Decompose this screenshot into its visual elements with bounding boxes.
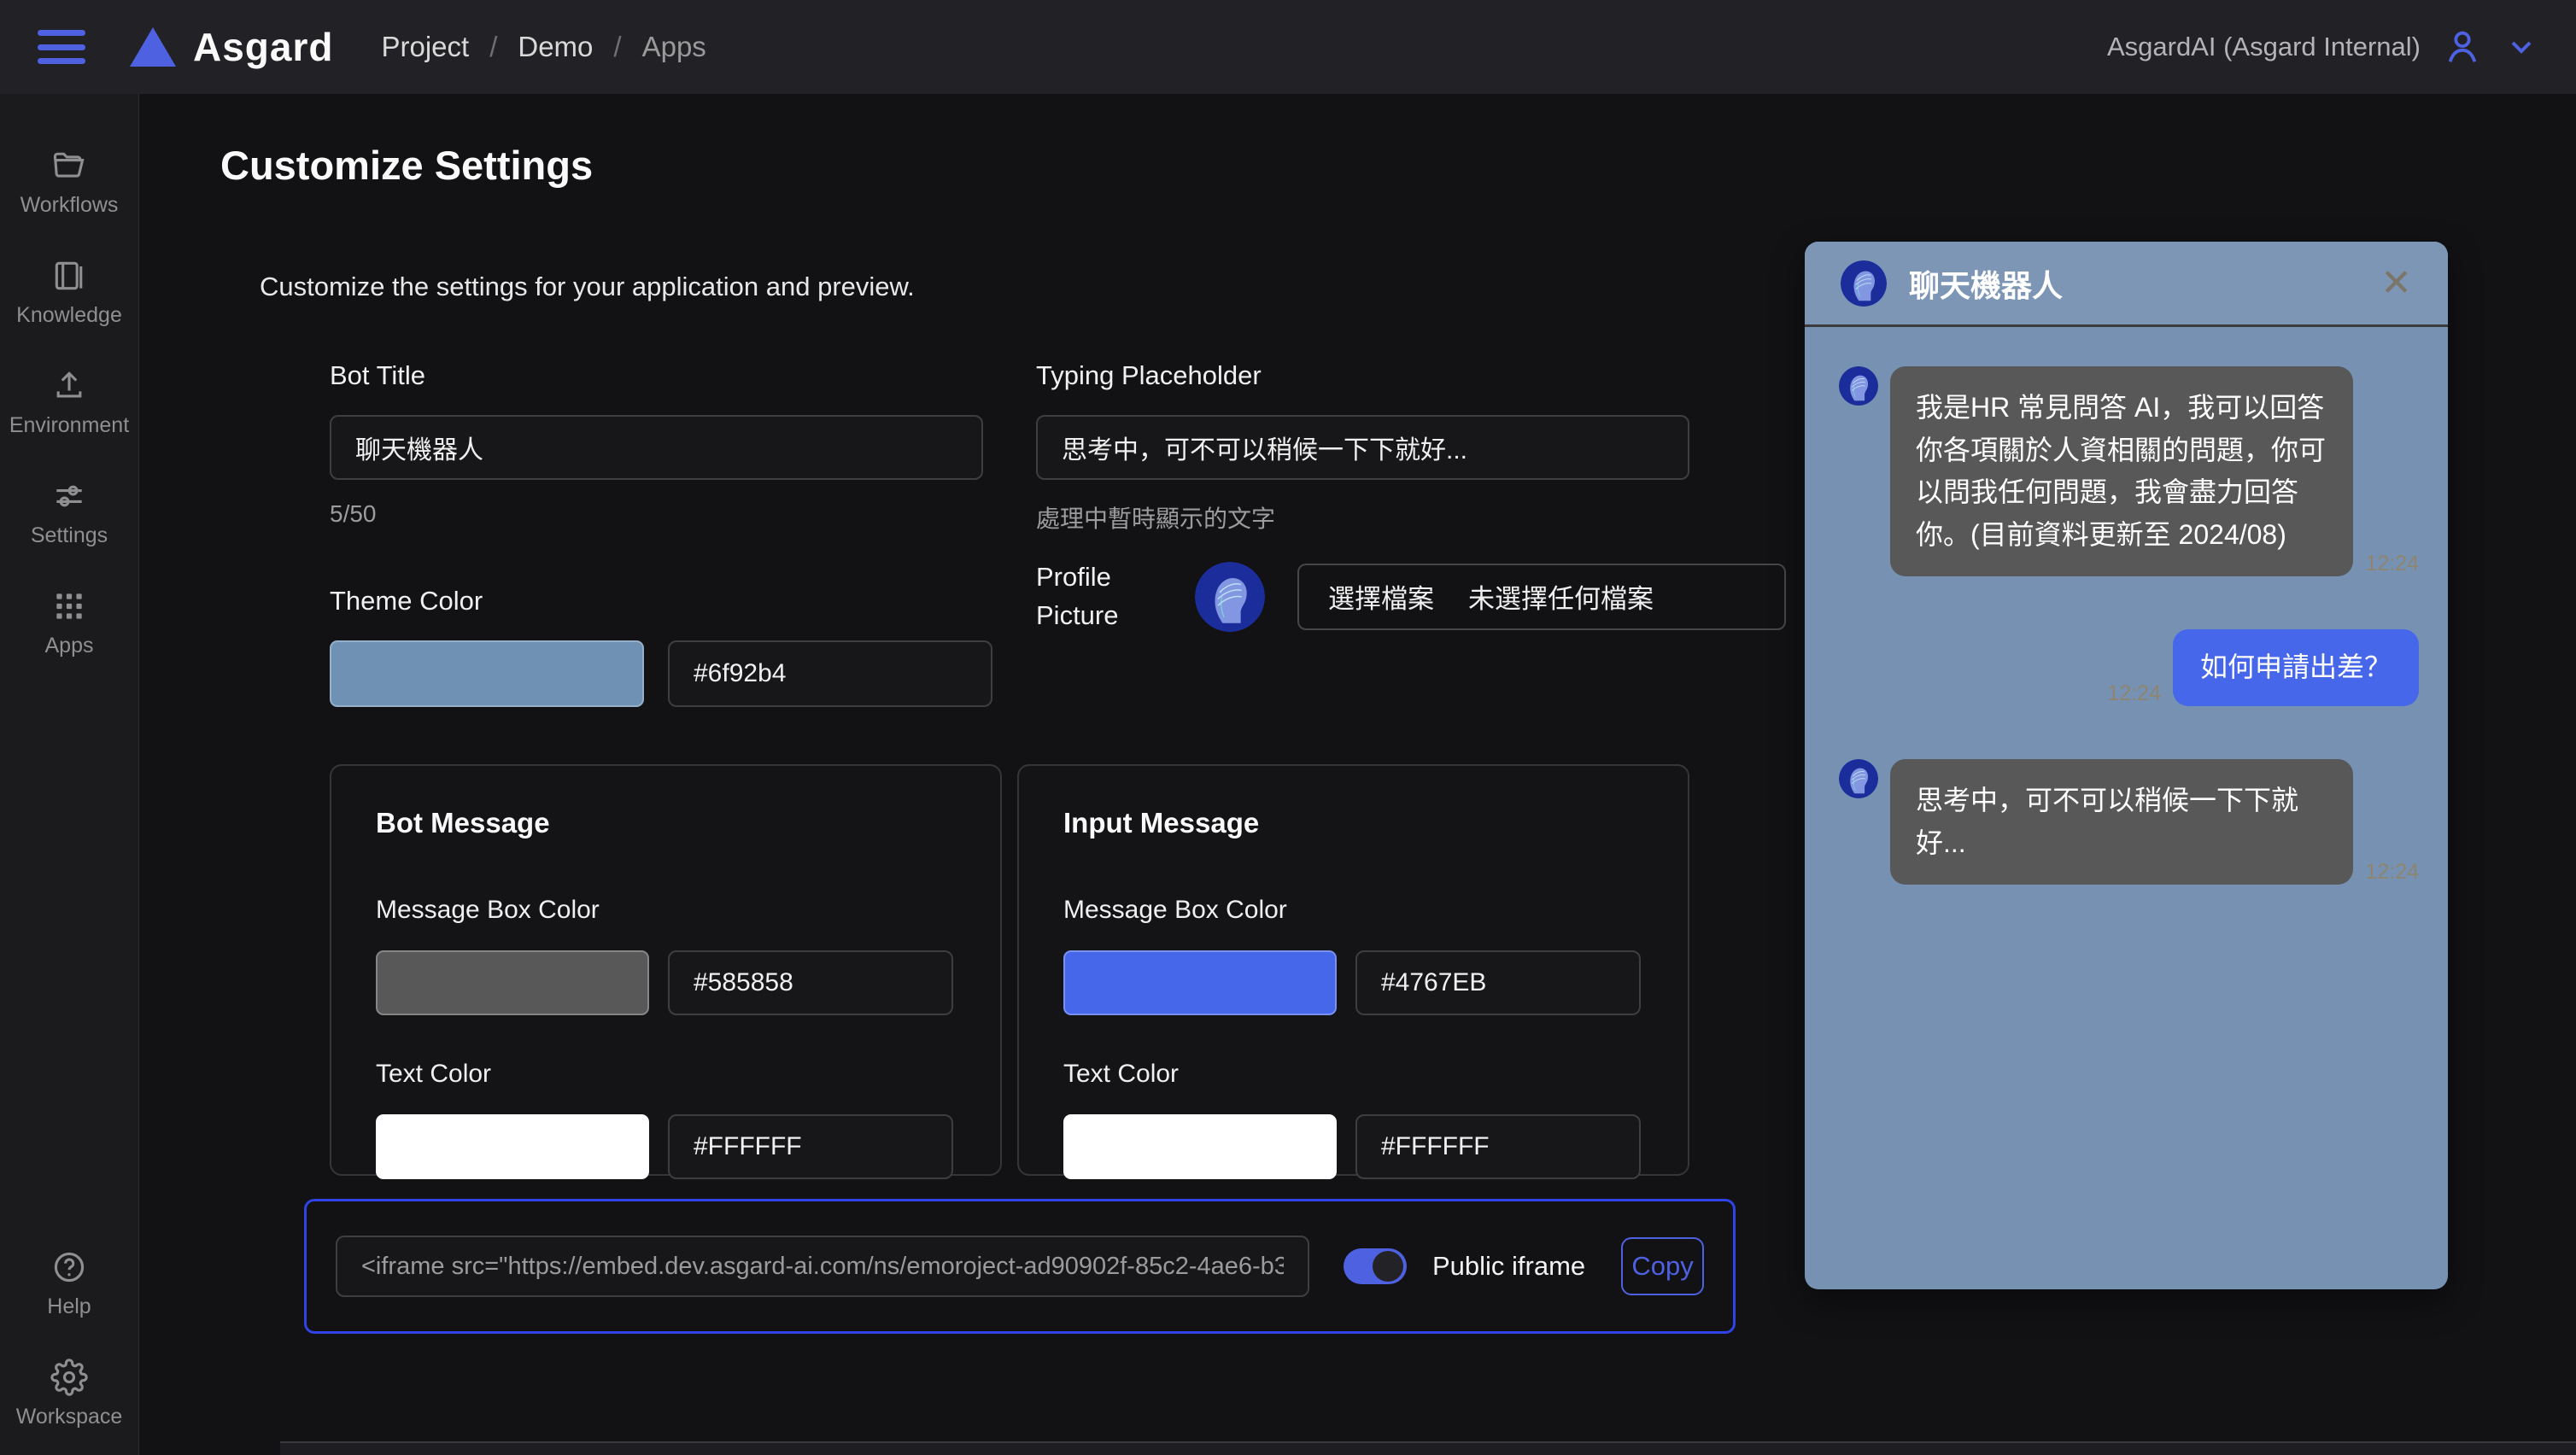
theme-color-swatch[interactable] bbox=[330, 640, 644, 707]
bot-title-counter: 5/50 bbox=[330, 500, 983, 528]
gear-icon bbox=[50, 1359, 88, 1396]
embed-code-input[interactable] bbox=[336, 1236, 1309, 1297]
folder-icon bbox=[50, 147, 88, 184]
bot-box-color-hex-input[interactable] bbox=[668, 950, 953, 1015]
breadcrumb-apps[interactable]: Apps bbox=[642, 31, 706, 63]
apps-grid-icon bbox=[50, 587, 88, 625]
sidebar-item-settings[interactable]: Settings bbox=[31, 477, 108, 548]
bot-box-color-label: Message Box Color bbox=[376, 896, 956, 925]
typing-placeholder-helper: 處理中暫時顯示的文字 bbox=[1036, 500, 1689, 535]
book-icon bbox=[50, 257, 88, 295]
theme-color-label: Theme Color bbox=[330, 586, 992, 616]
bot-avatar bbox=[1839, 759, 1878, 798]
theme-color-field-group: Theme Color bbox=[330, 586, 992, 707]
typing-placeholder-field-group: Typing Placeholder 處理中暫時顯示的文字 bbox=[1036, 360, 1689, 535]
logo-text[interactable]: Asgard bbox=[193, 24, 333, 70]
input-box-color-swatch[interactable] bbox=[1063, 950, 1337, 1015]
bot-text-color-swatch[interactable] bbox=[376, 1114, 649, 1179]
chevron-down-icon[interactable] bbox=[2504, 30, 2538, 64]
breadcrumb: Project / Demo / Apps bbox=[381, 31, 705, 63]
chat-bot-avatar bbox=[1841, 260, 1887, 307]
embed-iframe-section: Public iframe Copy bbox=[304, 1199, 1736, 1334]
public-iframe-toggle[interactable] bbox=[1344, 1248, 1407, 1284]
input-text-color-label: Text Color bbox=[1063, 1060, 1643, 1089]
chat-message-bot: 思考中，可不可以稍候一下下就好... 12:24 bbox=[1839, 759, 2419, 885]
sidebar-item-knowledge[interactable]: Knowledge bbox=[16, 257, 122, 328]
chat-close-icon[interactable]: ✕ bbox=[2380, 265, 2412, 302]
breadcrumb-project[interactable]: Project bbox=[381, 31, 469, 63]
sliders-icon bbox=[50, 477, 88, 515]
bot-title-field-group: Bot Title 5/50 bbox=[330, 360, 983, 528]
breadcrumb-demo[interactable]: Demo bbox=[518, 31, 593, 63]
page-description: Customize the settings for your applicat… bbox=[260, 272, 915, 302]
chat-message-bot: 我是HR 常見問答 AI，我可以回答你各項關於人資相關的問題，你可以問我任何問題… bbox=[1839, 366, 2419, 576]
sidebar-item-help[interactable]: Help bbox=[47, 1248, 91, 1319]
chat-message-list: 我是HR 常見問答 AI，我可以回答你各項關於人資相關的問題，你可以問我任何問題… bbox=[1805, 327, 2448, 885]
account-menu[interactable]: AsgardAI (Asgard Internal) bbox=[2107, 27, 2538, 67]
bot-title-label: Bot Title bbox=[330, 360, 983, 391]
bot-message-panel-title: Bot Message bbox=[376, 807, 956, 839]
sidebar-item-workflows[interactable]: Workflows bbox=[20, 147, 119, 218]
profile-picture-avatar bbox=[1195, 562, 1265, 632]
typing-placeholder-label: Typing Placeholder bbox=[1036, 360, 1689, 391]
input-text-color-swatch[interactable] bbox=[1063, 1114, 1337, 1179]
sidebar: Workflows Knowledge Environment Settings… bbox=[0, 94, 139, 1455]
bot-message-bubble: 我是HR 常見問答 AI，我可以回答你各項關於人資相關的問題，你可以問我任何問題… bbox=[1890, 366, 2353, 576]
profile-picture-label: Profile Picture bbox=[1036, 558, 1147, 635]
sidebar-item-label: Apps bbox=[45, 634, 94, 658]
copy-button[interactable]: Copy bbox=[1621, 1237, 1704, 1295]
message-timestamp: 12:24 bbox=[2365, 860, 2419, 885]
asgard-logo-icon[interactable] bbox=[130, 27, 176, 67]
breadcrumb-separator: / bbox=[613, 31, 621, 63]
account-label: AsgardAI (Asgard Internal) bbox=[2107, 32, 2421, 62]
chat-header: 聊天機器人 ✕ bbox=[1805, 242, 2448, 327]
chat-preview-panel: 聊天機器人 ✕ 我是HR 常見問答 AI，我可以回答你各項關於人資相關的問題，你… bbox=[1805, 242, 2448, 1289]
app-root: Asgard Project / Demo / Apps AsgardAI (A… bbox=[0, 0, 2576, 1455]
message-timestamp: 12:24 bbox=[2365, 552, 2419, 576]
input-message-panel: Input Message Message Box Color Text Col… bbox=[1017, 764, 1689, 1176]
footer-bar: Save bbox=[280, 1441, 2576, 1455]
bot-message-panel: Bot Message Message Box Color Text Color bbox=[330, 764, 1002, 1176]
file-status-text: 未選擇任何檔案 bbox=[1468, 577, 1654, 616]
profile-picture-file-input[interactable]: 選擇檔案 未選擇任何檔案 bbox=[1297, 564, 1786, 630]
bot-title-input[interactable] bbox=[330, 415, 983, 480]
toggle-knob bbox=[1373, 1251, 1403, 1282]
message-timestamp: 12:24 bbox=[2107, 681, 2161, 706]
public-iframe-label: Public iframe bbox=[1432, 1251, 1585, 1282]
user-message-bubble: 如何申請出差？ bbox=[2173, 629, 2419, 706]
hamburger-menu-icon[interactable] bbox=[38, 30, 85, 64]
sidebar-item-label: Knowledge bbox=[16, 303, 122, 328]
help-circle-icon bbox=[50, 1248, 88, 1286]
upload-icon bbox=[50, 367, 88, 405]
sidebar-item-apps[interactable]: Apps bbox=[45, 587, 94, 658]
bot-text-color-label: Text Color bbox=[376, 1060, 956, 1089]
sidebar-item-environment[interactable]: Environment bbox=[9, 367, 129, 438]
sidebar-item-label: Workspace bbox=[16, 1405, 123, 1429]
sidebar-item-workspace[interactable]: Workspace bbox=[16, 1359, 123, 1429]
chat-title: 聊天機器人 bbox=[1909, 261, 2063, 306]
bot-box-color-swatch[interactable] bbox=[376, 950, 649, 1015]
input-box-color-hex-input[interactable] bbox=[1355, 950, 1641, 1015]
chat-message-user: 12:24 如何申請出差？ bbox=[1839, 629, 2419, 706]
breadcrumb-separator: / bbox=[489, 31, 497, 63]
sidebar-item-label: Help bbox=[47, 1294, 91, 1319]
top-bar: Asgard Project / Demo / Apps AsgardAI (A… bbox=[0, 0, 2576, 94]
bot-message-bubble: 思考中，可不可以稍候一下下就好... bbox=[1890, 759, 2353, 885]
bot-text-color-hex-input[interactable] bbox=[668, 1114, 953, 1179]
input-box-color-label: Message Box Color bbox=[1063, 896, 1643, 925]
sidebar-item-label: Workflows bbox=[20, 193, 119, 218]
input-message-panel-title: Input Message bbox=[1063, 807, 1643, 839]
page-title: Customize Settings bbox=[220, 142, 593, 189]
input-text-color-hex-input[interactable] bbox=[1355, 1114, 1641, 1179]
user-icon[interactable] bbox=[2443, 27, 2482, 67]
sidebar-item-label: Environment bbox=[9, 413, 129, 438]
bot-avatar bbox=[1839, 366, 1878, 406]
theme-color-hex-input[interactable] bbox=[668, 640, 992, 707]
profile-picture-field-group: Profile Picture 選擇檔案 未選擇任何檔案 bbox=[1036, 558, 1830, 635]
choose-file-button[interactable]: 選擇檔案 bbox=[1328, 577, 1434, 616]
sidebar-item-label: Settings bbox=[31, 523, 108, 548]
typing-placeholder-input[interactable] bbox=[1036, 415, 1689, 480]
